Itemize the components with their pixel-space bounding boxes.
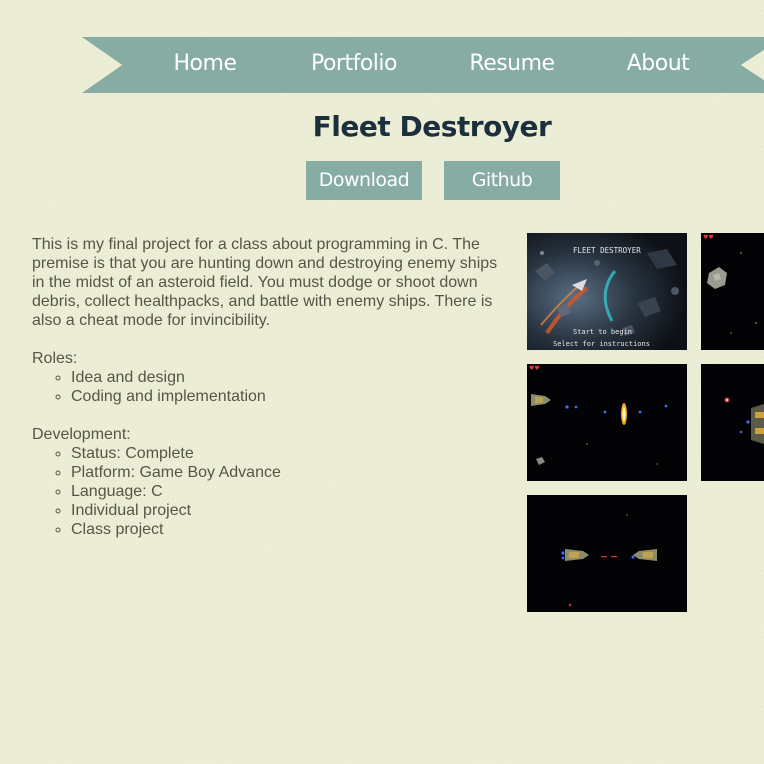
- development-heading: Development:: [32, 426, 131, 443]
- list-item: Class project: [71, 520, 502, 539]
- list-item: Platform: Game Boy Advance: [71, 463, 502, 482]
- list-item: Status: Complete: [71, 444, 502, 463]
- list-item: Language: C: [71, 482, 502, 501]
- list-item: Idea and design: [71, 368, 502, 387]
- ship-duel-image: [527, 495, 687, 612]
- title-screen-select-text: Select for instructions: [553, 340, 650, 348]
- screenshot-title-screen[interactable]: FLEET DESTROYER Start to begin Select fo…: [527, 233, 687, 350]
- screenshot-enemy-ship[interactable]: [701, 364, 764, 481]
- heart-icon: ♥♥: [529, 365, 540, 372]
- screenshot-ship-duel[interactable]: [527, 495, 687, 612]
- description-text: This is my final project for a class abo…: [32, 236, 498, 329]
- nav-about-link[interactable]: About: [616, 37, 700, 93]
- heart-icon: ♥♥: [703, 234, 714, 241]
- roles-heading: Roles:: [32, 350, 78, 367]
- page-title: Fleet Destroyer: [312, 110, 552, 143]
- asteroid-field-image: ♥♥: [701, 233, 764, 350]
- roles-list: Idea and design Coding and implementatio…: [32, 368, 502, 406]
- nav-portfolio-link[interactable]: Portfolio: [300, 37, 408, 93]
- project-description: This is my final project for a class abo…: [32, 235, 502, 539]
- github-button[interactable]: Github: [444, 161, 560, 200]
- list-item: Individual project: [71, 501, 502, 520]
- enemy-ship-image: [701, 364, 764, 481]
- download-button[interactable]: Download: [306, 161, 422, 200]
- screenshot-ship-battle[interactable]: ♥♥: [527, 364, 687, 481]
- title-screen-image: FLEET DESTROYER Start to begin Select fo…: [527, 233, 687, 350]
- nav-resume-link[interactable]: Resume: [462, 37, 562, 93]
- screenshot-asteroid-field[interactable]: ♥♥: [701, 233, 764, 350]
- list-item: Coding and implementation: [71, 387, 502, 406]
- title-screen-start-text: Start to begin: [573, 328, 632, 336]
- nav-home-link[interactable]: Home: [164, 37, 246, 93]
- title-screen-title: FLEET DESTROYER: [573, 246, 641, 255]
- development-list: Status: Complete Platform: Game Boy Adva…: [32, 444, 502, 539]
- ship-battle-image: ♥♥: [527, 364, 687, 481]
